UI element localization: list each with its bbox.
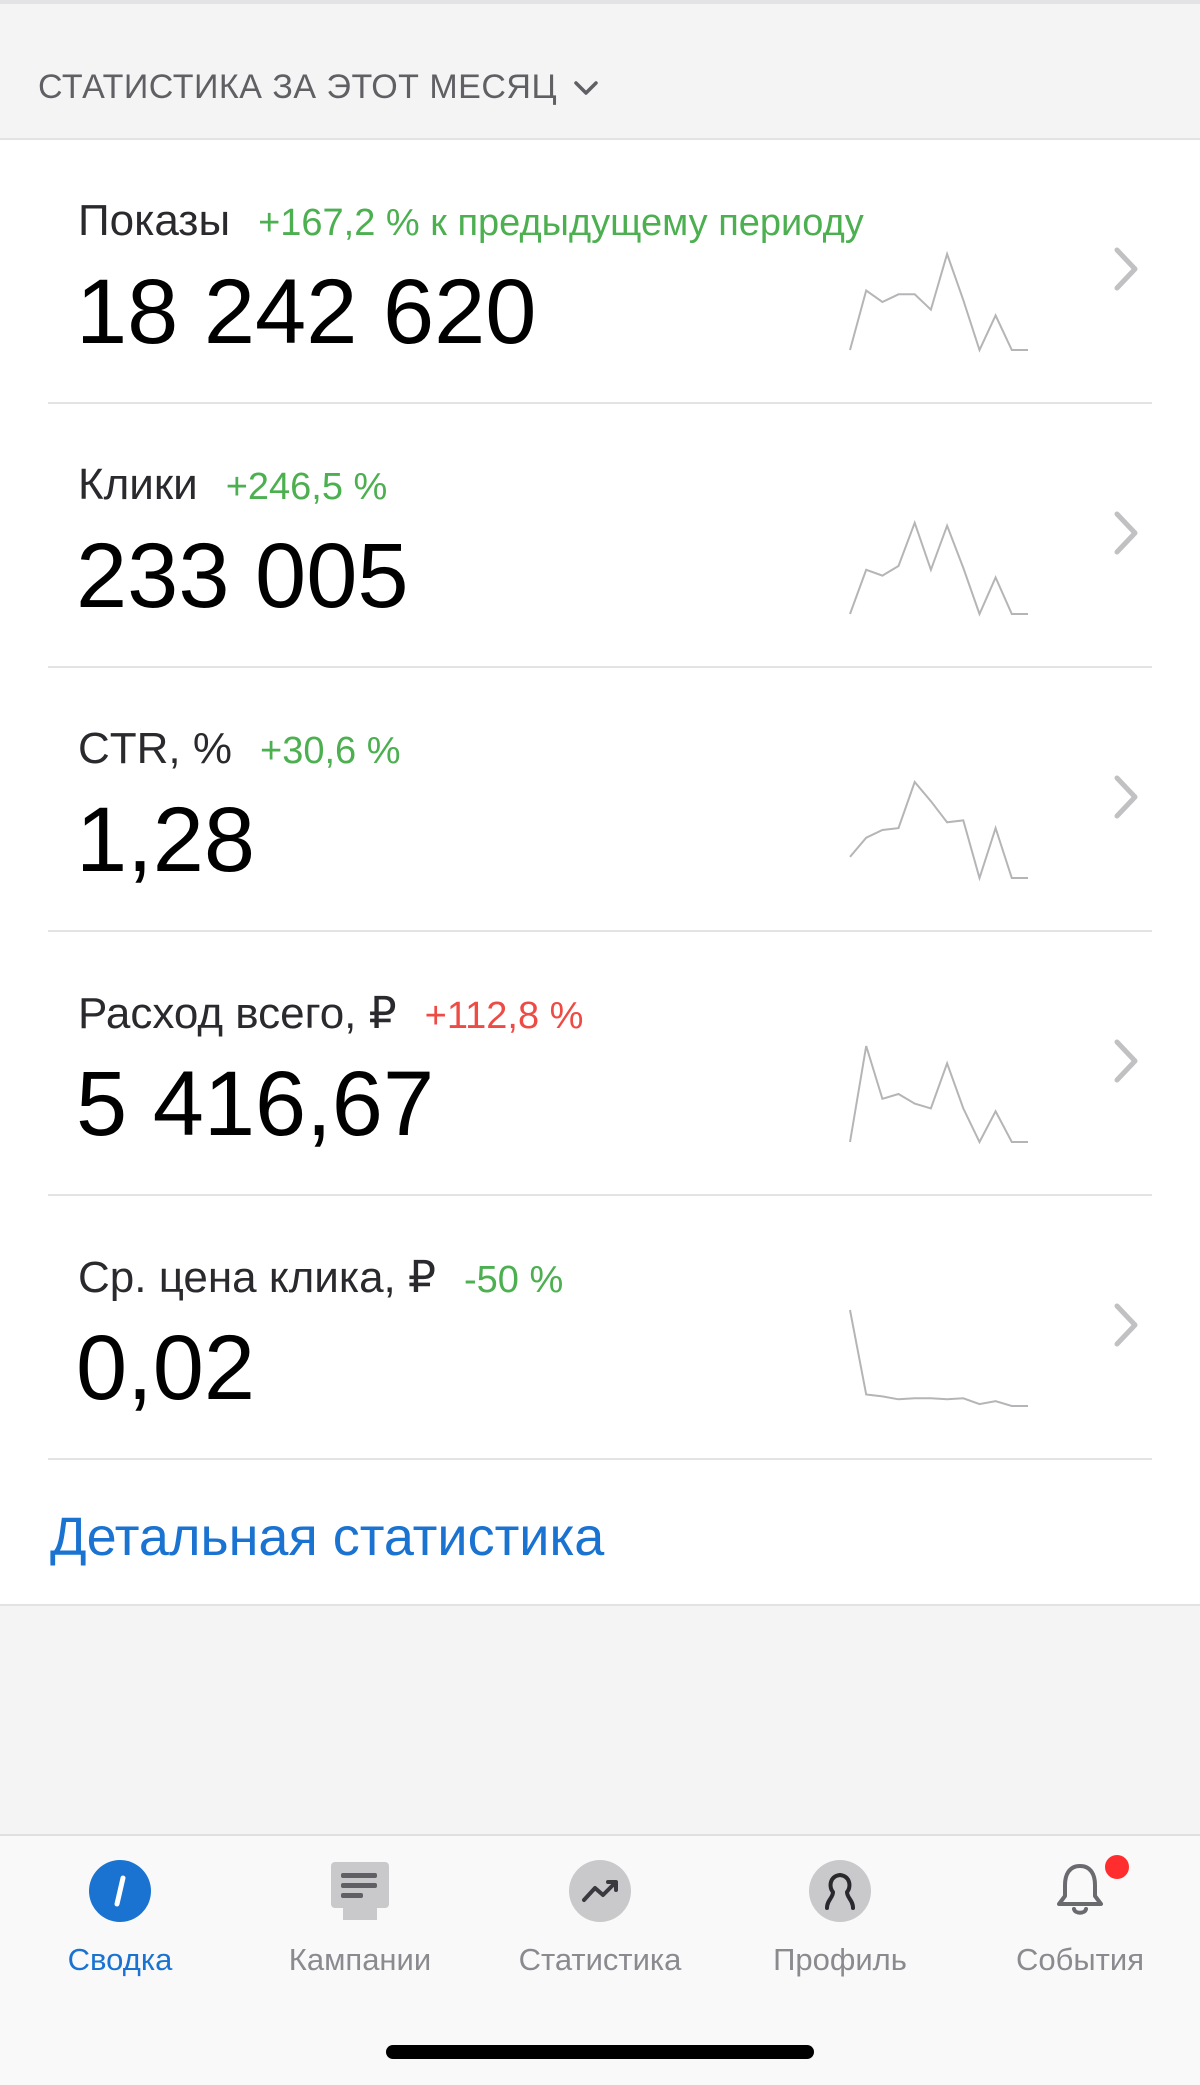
stat-label-line: Показы +167,2 % к предыдущему периоду [78,196,864,246]
stat-label: Расход всего, ₽ [78,989,397,1038]
chevron-right-icon [1114,1303,1138,1347]
stat-row-avg-cpc[interactable]: Ср. цена клика, ₽ -50 % 0,02 [48,1196,1152,1460]
chevron-right-icon [1114,1039,1138,1083]
sparkline-line [849,519,1028,617]
tab-label: Статистика [518,1942,682,1977]
stat-row-impressions[interactable]: Показы +167,2 % к предыдущему периоду 18… [48,140,1152,404]
sparkline-line [849,250,1028,353]
stat-label-line: Клики +246,5 % [78,460,387,510]
tab-profile[interactable]: Профиль [720,1858,960,1988]
chevron-down-icon [574,80,598,95]
tab-label: Сводка [67,1942,173,1977]
sparkline [849,1309,1028,1407]
stat-row-ctr[interactable]: CTR, % +30,6 % 1,28 [48,668,1152,932]
detailed-statistics-link[interactable]: Детальная статистика [50,1506,604,1568]
tab-campaigns[interactable]: Кампании [240,1858,480,1988]
profile-icon [809,1860,871,1922]
stats-list: Показы +167,2 % к предыдущему периоду 18… [0,140,1200,1606]
tab-label: Кампании [288,1942,432,1977]
stat-label-line: Расход всего, ₽ +112,8 % [78,988,583,1039]
sparkline-line [849,1309,1028,1407]
campaigns-icon [331,1862,389,1920]
stat-delta: -50 % [464,1259,564,1301]
stat-label-line: Ср. цена клика, ₽ -50 % [78,1252,563,1303]
sparkline [849,1045,1028,1145]
stat-label-line: CTR, % +30,6 % [78,724,401,774]
stat-row-spend[interactable]: Расход всего, ₽ +112,8 % 5 416,67 [48,932,1152,1196]
stat-value: 18 242 620 [76,261,537,363]
stat-delta: +112,8 % [424,995,584,1037]
tab-statistics[interactable]: Статистика [480,1858,720,1988]
stat-label: Клики [78,460,198,509]
tab-events[interactable]: События [960,1852,1200,1988]
stat-label: Показы [78,196,231,245]
summary-icon [89,1860,151,1922]
sparkline-line [849,1045,1028,1145]
tab-summary[interactable]: Сводка [0,1858,240,1988]
stat-value: 233 005 [76,525,409,627]
stat-delta: +246,5 % [225,466,388,508]
sparkline [849,519,1028,617]
statistics-icon [569,1860,631,1922]
stat-label: Ср. цена клика, ₽ [78,1253,436,1302]
stat-delta: +30,6 % [260,730,401,772]
tab-label: События [1016,1942,1144,1977]
stat-delta: +167,2 % к предыдущему периоду [258,202,864,244]
period-selector[interactable]: СТАТИСТИКА ЗА ЭТОТ МЕСЯЦ [38,68,599,107]
chevron-right-icon [1114,511,1138,555]
tab-label: Профиль [773,1942,907,1977]
bottom-tab-bar: Сводка Кампании Статистика Профиль Событ… [0,1834,1200,2085]
stat-value: 1,28 [76,789,256,891]
stat-value: 0,02 [76,1317,256,1419]
stat-value: 5 416,67 [76,1053,435,1155]
sparkline-line [849,780,1028,882]
period-label: СТАТИСТИКА ЗА ЭТОТ МЕСЯЦ [38,68,558,106]
chevron-right-icon [1114,247,1138,291]
home-indicator [386,2045,814,2059]
sparkline [849,250,1028,353]
notification-badge [1102,1852,1132,1882]
stat-row-clicks[interactable]: Клики +246,5 % 233 005 [48,404,1152,668]
stat-label: CTR, % [78,724,232,773]
sparkline [849,780,1028,882]
chevron-right-icon [1114,775,1138,819]
period-header: СТАТИСТИКА ЗА ЭТОТ МЕСЯЦ [0,4,1200,140]
